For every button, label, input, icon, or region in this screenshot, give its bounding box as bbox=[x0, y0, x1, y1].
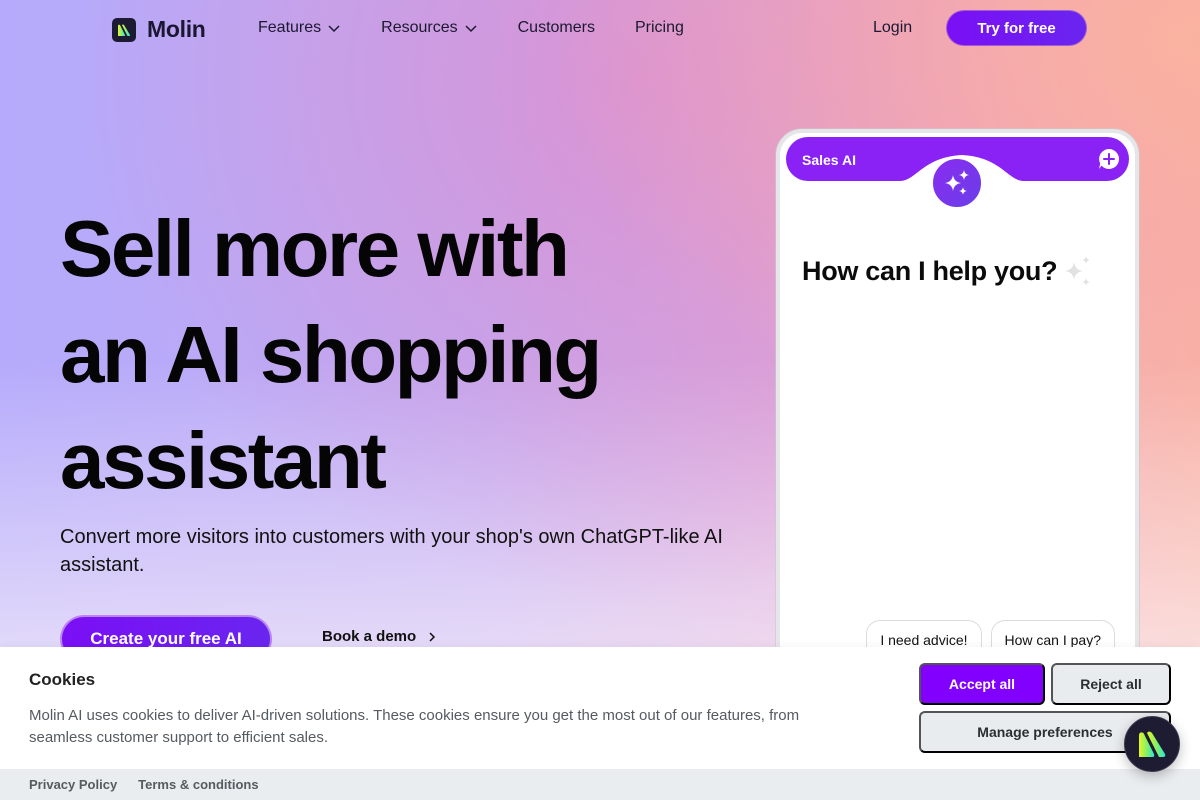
greeting-text: How can I help you? bbox=[802, 255, 1058, 286]
headline-line: an AI shopping bbox=[60, 310, 602, 399]
brand-name: Molin bbox=[147, 16, 206, 42]
nav-item-pricing[interactable]: Pricing bbox=[635, 19, 684, 37]
privacy-policy-link[interactable]: Privacy Policy bbox=[29, 777, 117, 792]
chevron-right-icon bbox=[429, 631, 436, 642]
login-link[interactable]: Login bbox=[873, 19, 912, 37]
cookie-footer: Privacy Policy Terms & conditions bbox=[0, 769, 1200, 800]
reject-all-button[interactable]: Reject all bbox=[1051, 663, 1171, 705]
book-demo-link[interactable]: Book a demo bbox=[322, 628, 436, 645]
try-for-free-button[interactable]: Try for free bbox=[946, 10, 1087, 46]
nav-item-label: Features bbox=[258, 19, 322, 36]
headline-line: Sell more with bbox=[60, 204, 570, 293]
chevron-down-icon bbox=[328, 25, 340, 33]
cookie-title: Cookies bbox=[29, 670, 96, 689]
cookie-description: Molin AI uses cookies to deliver AI-driv… bbox=[29, 707, 800, 746]
book-demo-label: Book a demo bbox=[322, 628, 417, 645]
nav-item-customers[interactable]: Customers bbox=[518, 19, 595, 37]
cookie-banner: Cookies Molin AI uses cookies to deliver… bbox=[0, 647, 1200, 769]
chevron-down-icon bbox=[465, 25, 477, 33]
sparkles-icon bbox=[945, 170, 969, 195]
nav-item-label: Pricing bbox=[634, 19, 684, 36]
hero-headline: Sell more with an AI shopping assistant bbox=[60, 196, 760, 514]
widget-greeting: How can I help you? bbox=[802, 254, 1093, 288]
nav-item-features[interactable]: Features bbox=[258, 19, 341, 37]
headline-line: assistant bbox=[60, 416, 387, 505]
cookie-footer-links: Privacy Policy Terms & conditions bbox=[29, 777, 259, 792]
nav-item-label: Customers bbox=[517, 19, 595, 36]
accept-all-button[interactable]: Accept all bbox=[919, 663, 1045, 705]
nav-item-label: Resources bbox=[381, 19, 458, 36]
terms-conditions-link[interactable]: Terms & conditions bbox=[138, 777, 258, 792]
nav-links: Features Resources Customers Pricing bbox=[258, 19, 724, 37]
sparkles-icon bbox=[1065, 256, 1091, 286]
ai-avatar bbox=[930, 156, 984, 210]
chat-plus-icon[interactable] bbox=[1097, 147, 1121, 171]
chat-widget-preview: Sales AI How can I help you? I need advi… bbox=[776, 129, 1139, 689]
hero-subheadline: Convert more visitors into customers wit… bbox=[60, 526, 723, 576]
top-nav: Molin Features Resources Customers Prici… bbox=[0, 0, 1200, 56]
molin-logo-icon bbox=[112, 17, 136, 42]
chat-launcher-button[interactable] bbox=[1124, 716, 1180, 772]
nav-item-resources[interactable]: Resources bbox=[381, 19, 477, 37]
molin-logo-icon bbox=[1139, 731, 1166, 757]
brand-logo[interactable]: Molin bbox=[112, 16, 206, 43]
widget-title: Sales AI bbox=[802, 152, 856, 168]
